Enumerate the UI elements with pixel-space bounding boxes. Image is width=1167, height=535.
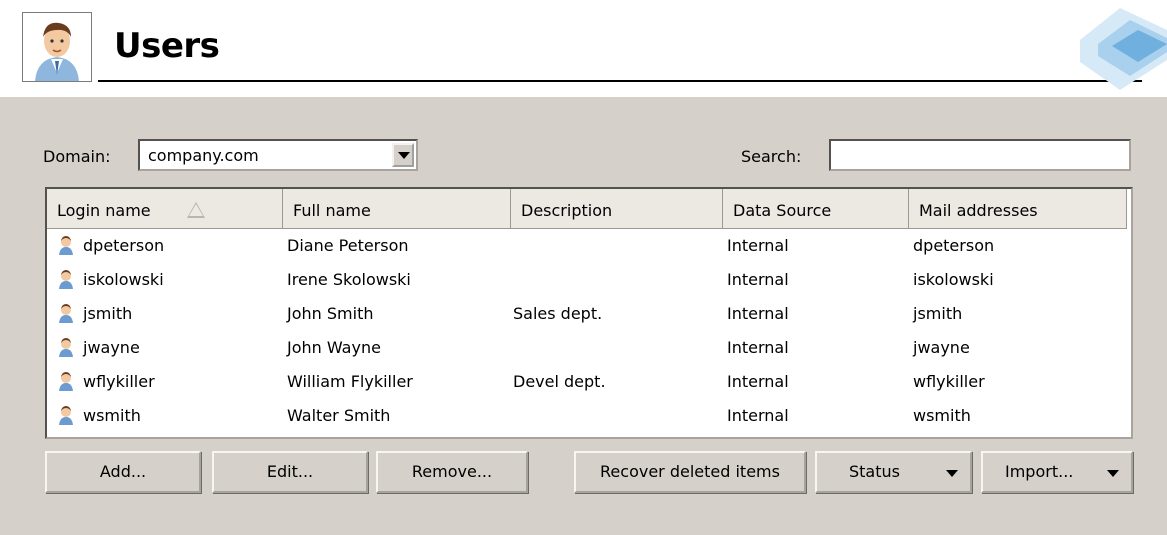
cell-source: Internal: [727, 304, 789, 323]
cell-full-name: John Wayne: [287, 338, 381, 357]
user-icon: [59, 270, 73, 289]
search-label: Search:: [741, 147, 802, 166]
sort-ascending-icon: [187, 202, 205, 218]
cell-full-name: Diane Peterson: [287, 236, 409, 255]
cell-mail: jsmith: [913, 304, 963, 323]
chevron-down-icon: [946, 470, 958, 477]
cell-description: Devel dept.: [513, 372, 606, 391]
cell-login: wsmith: [83, 406, 141, 425]
column-header-mail-addresses[interactable]: Mail addresses: [909, 189, 1127, 229]
table-row[interactable]: dpeterson Diane Peterson Internal dpeterson: [47, 229, 1131, 263]
table-row[interactable]: jwayne John Wayne Internal jwayne: [47, 331, 1131, 365]
user-icon: [59, 236, 73, 255]
user-icon: [59, 338, 73, 357]
column-header-full-name[interactable]: Full name: [283, 189, 511, 229]
table-row[interactable]: wflykiller William Flykiller Devel dept. In…: [47, 365, 1131, 399]
edit-button[interactable]: Edit...: [212, 451, 368, 493]
page-header: Users: [0, 0, 1167, 97]
cell-login: jwayne: [83, 338, 140, 357]
domain-select[interactable]: company.com: [138, 139, 418, 171]
cell-full-name: William Flykiller: [287, 372, 413, 391]
table-row[interactable]: wsmith Walter Smith Internal wsmith: [47, 399, 1131, 433]
domain-label: Domain:: [43, 147, 111, 166]
cell-mail: wsmith: [913, 406, 971, 425]
cell-mail: iskolowski: [913, 270, 994, 289]
user-icon: [59, 406, 73, 425]
chevron-down-icon: [398, 152, 410, 159]
column-header-description[interactable]: Description: [511, 189, 723, 229]
table-row[interactable]: iskolowski Irene Skolowski Internal iskolow…: [47, 263, 1131, 297]
cell-source: Internal: [727, 270, 789, 289]
add-button[interactable]: Add...: [45, 451, 201, 493]
cell-source: Internal: [727, 372, 789, 391]
cell-mail: dpeterson: [913, 236, 995, 255]
table-header: Login name Full name Description Data So…: [47, 189, 1131, 229]
brand-logo-icon: [1060, 0, 1167, 97]
cell-source: Internal: [727, 338, 789, 357]
column-header-data-source[interactable]: Data Source: [723, 189, 909, 229]
search-input[interactable]: [829, 139, 1131, 171]
page-title: Users: [114, 26, 220, 66]
cell-source: Internal: [727, 236, 789, 255]
status-button[interactable]: Status: [815, 451, 972, 493]
domain-dropdown-button[interactable]: [392, 143, 414, 167]
title-divider: [98, 80, 1142, 82]
user-icon: [59, 372, 73, 391]
cell-description: Sales dept.: [513, 304, 603, 323]
cell-full-name: Walter Smith: [287, 406, 391, 425]
table-row[interactable]: jsmith John Smith Sales dept. Internal jsmit…: [47, 297, 1131, 331]
cell-full-name: John Smith: [287, 304, 374, 323]
users-table: Login name Full name Description Data So…: [45, 187, 1133, 439]
remove-button[interactable]: Remove...: [376, 451, 528, 493]
import-button[interactable]: Import...: [981, 451, 1133, 493]
cell-mail: jwayne: [913, 338, 970, 357]
cell-mail: wflykiller: [913, 372, 985, 391]
cell-login: jsmith: [83, 304, 133, 323]
domain-value: company.com: [148, 146, 259, 165]
cell-login: iskolowski: [83, 270, 164, 289]
cell-full-name: Irene Skolowski: [287, 270, 411, 289]
recover-deleted-items-button[interactable]: Recover deleted items: [574, 451, 806, 493]
cell-login: wflykiller: [83, 372, 155, 391]
chevron-down-icon: [1107, 470, 1119, 477]
user-icon: [59, 304, 73, 323]
user-avatar-icon: [22, 12, 92, 82]
cell-source: Internal: [727, 406, 789, 425]
column-header-login-name[interactable]: Login name: [47, 189, 283, 229]
cell-login: dpeterson: [83, 236, 165, 255]
